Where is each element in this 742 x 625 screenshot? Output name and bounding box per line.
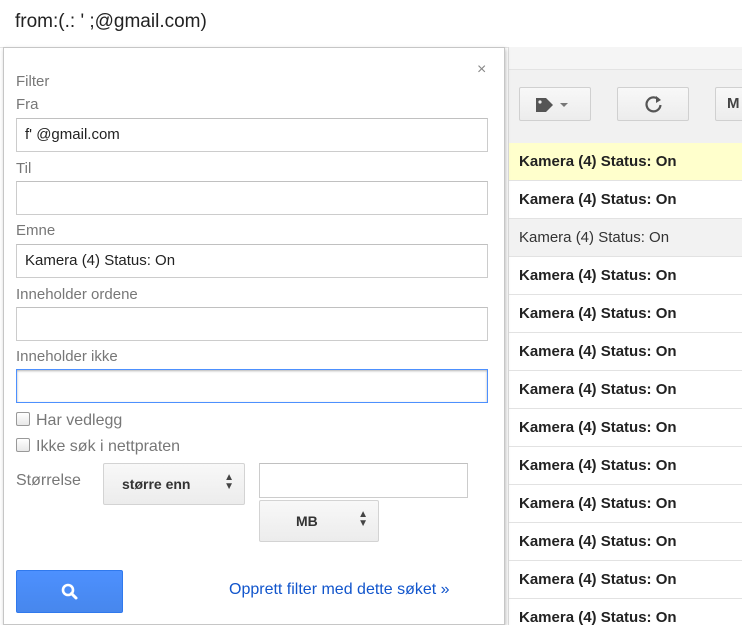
close-icon[interactable]: × <box>477 61 486 79</box>
labels-button[interactable] <box>519 87 591 121</box>
mail-row-subject: Kamera (4) Status: On <box>519 381 677 398</box>
mail-row-subject: Kamera (4) Status: On <box>519 419 677 436</box>
size-label: Størrelse <box>16 472 81 489</box>
search-icon <box>61 583 78 600</box>
mail-row[interactable]: Kamera (4) Status: On <box>509 181 742 219</box>
mail-row-subject: Kamera (4) Status: On <box>519 457 677 474</box>
mail-row-subject: Kamera (4) Status: On <box>519 191 677 208</box>
checkbox-box[interactable] <box>16 412 30 426</box>
label-tag-icon <box>536 98 568 112</box>
mail-row-subject: Kamera (4) Status: On <box>519 153 677 170</box>
mail-row-subject: Kamera (4) Status: On <box>519 267 677 284</box>
filter-title: Filter <box>16 73 50 90</box>
size-operator-value: større enn <box>122 476 191 492</box>
mail-row[interactable]: Kamera (4) Status: On <box>509 409 742 447</box>
not-words-label: Inneholder ikke <box>16 348 118 365</box>
subject-label: Emne <box>16 222 56 239</box>
mail-row[interactable]: Kamera (4) Status: On <box>509 333 742 371</box>
mail-row-subject: Kamera (4) Status: On <box>519 533 677 550</box>
mail-row[interactable]: Kamera (4) Status: On <box>509 561 742 599</box>
mail-row[interactable]: Kamera (4) Status: On <box>509 143 742 181</box>
no-chats-checkbox[interactable]: Ikke søk i nettpraten <box>16 438 180 456</box>
from-field[interactable]: f' @gmail.com <box>16 118 488 152</box>
mail-row[interactable]: Kamera (4) Status: On <box>509 485 742 523</box>
to-field[interactable] <box>16 181 488 215</box>
size-value-field[interactable] <box>259 463 468 498</box>
not-words-field[interactable] <box>16 369 488 403</box>
size-unit-value: MB <box>296 513 318 529</box>
mail-row-subject: Kamera (4) Status: On <box>519 305 677 322</box>
mail-row-subject: Kamera (4) Status: On <box>519 495 677 512</box>
mail-rows: Kamera (4) Status: On Kamera (4) Status: … <box>509 143 742 625</box>
mail-row[interactable]: Kamera (4) Status: On <box>509 523 742 561</box>
has-attachment-label: Har vedlegg <box>36 412 123 429</box>
mail-row-subject: Kamera (4) Status: On <box>519 343 677 360</box>
search-bar[interactable]: from:(.: ' ;@gmail.com) <box>0 0 742 48</box>
search-query[interactable]: from:(.: ' ;@gmail.com) <box>15 11 207 33</box>
mail-row[interactable]: Kamera (4) Status: On <box>509 219 742 257</box>
mail-row[interactable]: Kamera (4) Status: On <box>509 257 742 295</box>
mail-row-subject: Kamera (4) Status: On <box>519 229 670 246</box>
has-attachment-checkbox[interactable]: Har vedlegg <box>16 412 122 430</box>
no-chats-label: Ikke søk i nettpraten <box>36 438 181 455</box>
refresh-icon <box>645 96 662 113</box>
search-button[interactable] <box>16 570 123 613</box>
create-filter-link[interactable]: Opprett filter med dette søket » <box>229 581 450 599</box>
select-arrows-icon: ▲ ▼ <box>358 509 368 529</box>
size-unit-select[interactable]: MB ▲ ▼ <box>259 500 379 542</box>
select-arrows-icon: ▲ ▼ <box>224 472 234 492</box>
mail-row[interactable]: Kamera (4) Status: On <box>509 599 742 625</box>
more-button-label: M <box>727 95 740 112</box>
refresh-button[interactable] <box>617 87 689 121</box>
to-label: Til <box>16 160 32 177</box>
mail-list-header <box>509 47 742 70</box>
mail-row[interactable]: Kamera (4) Status: On <box>509 447 742 485</box>
more-button[interactable]: M <box>715 87 742 121</box>
mail-list: M Kamera (4) Status: On Kamera (4) Status… <box>508 47 742 625</box>
mail-row[interactable]: Kamera (4) Status: On <box>509 371 742 409</box>
mail-row-subject: Kamera (4) Status: On <box>519 571 677 588</box>
has-words-field[interactable] <box>16 307 488 341</box>
has-words-label: Inneholder ordene <box>16 286 138 303</box>
mail-row-subject: Kamera (4) Status: On <box>519 609 677 625</box>
checkbox-box[interactable] <box>16 438 30 452</box>
mail-row[interactable]: Kamera (4) Status: On <box>509 295 742 333</box>
subject-field[interactable]: Kamera (4) Status: On <box>16 244 488 278</box>
from-label: Fra <box>16 96 39 113</box>
size-operator-select[interactable]: større enn ▲ ▼ <box>103 463 245 505</box>
